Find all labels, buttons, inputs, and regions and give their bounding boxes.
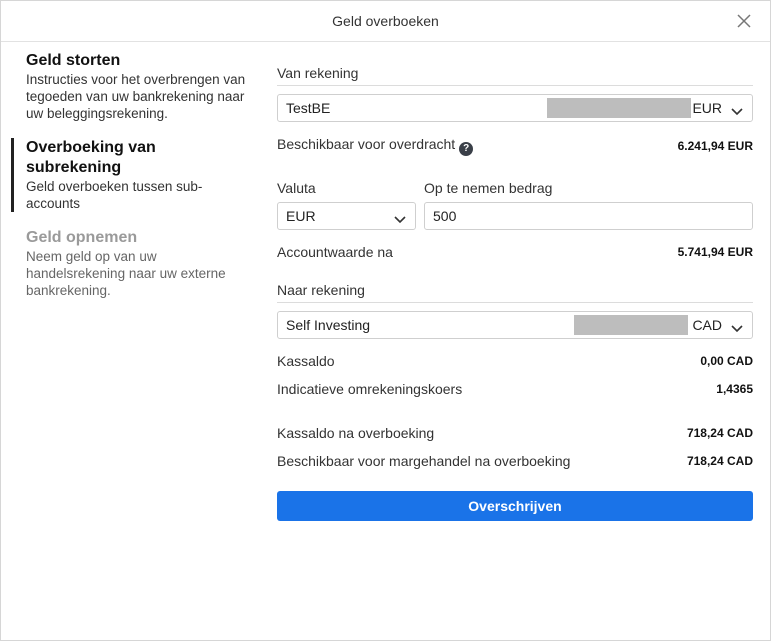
margin-after-value: 718,24 CAD [686, 454, 753, 468]
help-icon[interactable]: ? [459, 142, 474, 156]
currency-label: Valuta [277, 180, 316, 196]
sidebar-item-desc: Neem geld op van uw handelsrekening naar… [26, 249, 226, 298]
fx-rate-label: Indicatieve omrekeningskoers [277, 381, 463, 397]
account-value-after-row: Accountwaarde na 5.741,94 EUR [277, 244, 753, 260]
sidebar-item-desc: Geld overboeken tussen sub-accounts [26, 179, 203, 211]
chevron-down-icon [731, 320, 743, 336]
amount-value: 500 [433, 208, 457, 224]
chevron-down-icon [731, 103, 743, 119]
cash-after-label: Kassaldo na overboeking [277, 425, 435, 441]
margin-after-label: Beschikbaar voor margehandel na overboek… [277, 453, 571, 469]
dialog-title: Geld overboeken [332, 13, 439, 29]
sidebar-item-title: Overboeking van subrekening [26, 139, 156, 176]
sidebar-item-desc: Instructies voor het overbrengen van teg… [26, 72, 246, 121]
cash-balance-label: Kassaldo [277, 353, 335, 369]
from-account-name: TestBE [286, 100, 331, 116]
transfer-form: Van rekening TestBE EUR Beschikbaar voor… [277, 65, 753, 521]
transfer-dialog: Geld overboeken Geld storten Instructies… [0, 0, 771, 641]
to-account-currency: CAD [692, 317, 722, 333]
fx-rate-value: 1,4365 [716, 382, 753, 396]
sidebar-item-deposit[interactable]: Geld storten Instructies voor het overbr… [11, 51, 251, 122]
from-account-label: Van rekening [277, 65, 753, 86]
currency-value: EUR [286, 208, 316, 224]
sidebar-item-withdraw[interactable]: Geld opnemen Neem geld op van uw handels… [11, 228, 251, 299]
chevron-down-icon [394, 211, 406, 227]
account-value-after-value: 5.741,94 EUR [677, 245, 753, 259]
available-label: Beschikbaar voor overdracht [277, 136, 456, 152]
available-row: Beschikbaar voor overdracht? 6.241,94 EU… [277, 136, 753, 156]
currency-amount-row: Valuta EUR Op te nemen bedrag 500 [277, 180, 753, 230]
sidebar-item-title: Geld opnemen [26, 229, 138, 246]
cash-balance-row: Kassaldo 0,00 CAD [277, 353, 753, 369]
to-account-name: Self Investing [286, 317, 371, 333]
dialog-header: Geld overboeken [1, 1, 770, 42]
sidebar-item-title: Geld storten [26, 52, 121, 69]
sidebar-item-subaccount-transfer[interactable]: Overboeking van subrekening Geld overboe… [11, 138, 251, 212]
currency-select[interactable]: EUR [277, 202, 416, 230]
fx-rate-row: Indicatieve omrekeningskoers 1,4365 [277, 381, 753, 397]
redacted-account-number [547, 98, 691, 118]
cash-balance-value: 0,00 CAD [700, 354, 753, 368]
margin-after-row: Beschikbaar voor margehandel na overboek… [277, 453, 753, 469]
transfer-button[interactable]: Overschrijven [277, 491, 753, 521]
from-account-select[interactable]: TestBE EUR [277, 94, 753, 122]
amount-label: Op te nemen bedrag [424, 180, 553, 196]
account-value-after-label: Accountwaarde na [277, 244, 393, 260]
cash-after-row: Kassaldo na overboeking 718,24 CAD [277, 425, 753, 441]
close-icon[interactable] [736, 13, 752, 29]
redacted-account-number [574, 315, 688, 335]
amount-input[interactable]: 500 [424, 202, 753, 230]
available-value: 6.241,94 EUR [677, 139, 753, 153]
sidebar: Geld storten Instructies voor het overbr… [11, 51, 251, 315]
cash-after-value: 718,24 CAD [686, 426, 753, 440]
to-account-select[interactable]: Self Investing CAD [277, 311, 753, 339]
from-account-currency: EUR [692, 100, 722, 116]
to-account-label: Naar rekening [277, 282, 753, 303]
